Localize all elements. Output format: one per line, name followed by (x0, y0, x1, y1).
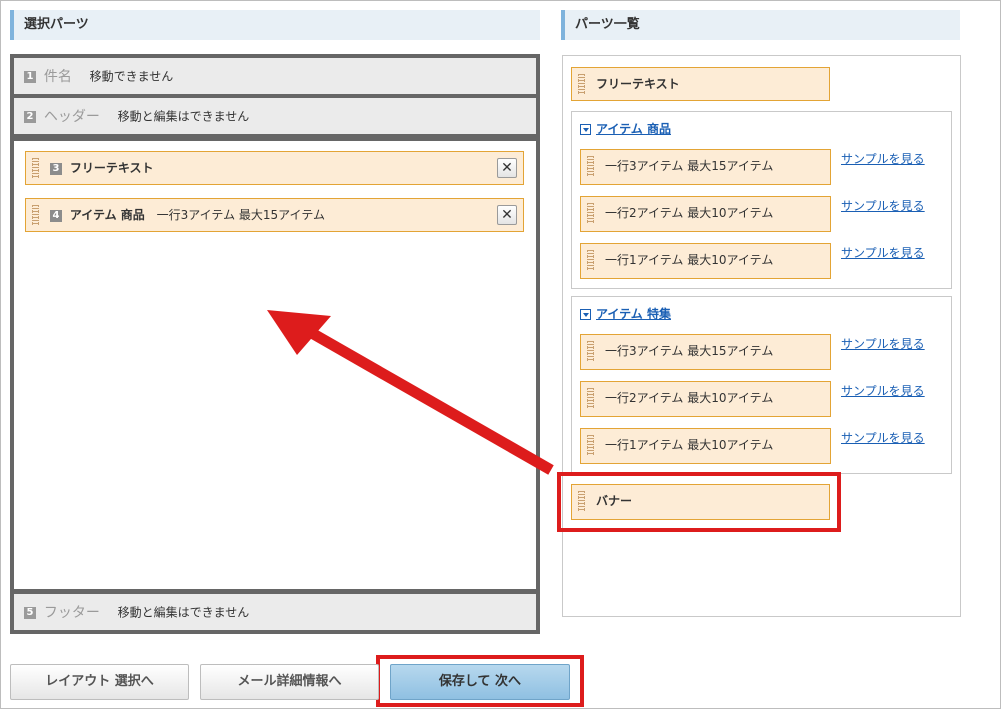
save-and-next-button[interactable]: 保存して 次へ (390, 664, 570, 700)
drag-direction-arrow-icon (267, 310, 554, 475)
back-to-layout-button[interactable]: レイアウト 選択へ (10, 664, 189, 700)
mail-details-button[interactable]: メール詳細情報へ (200, 664, 379, 700)
